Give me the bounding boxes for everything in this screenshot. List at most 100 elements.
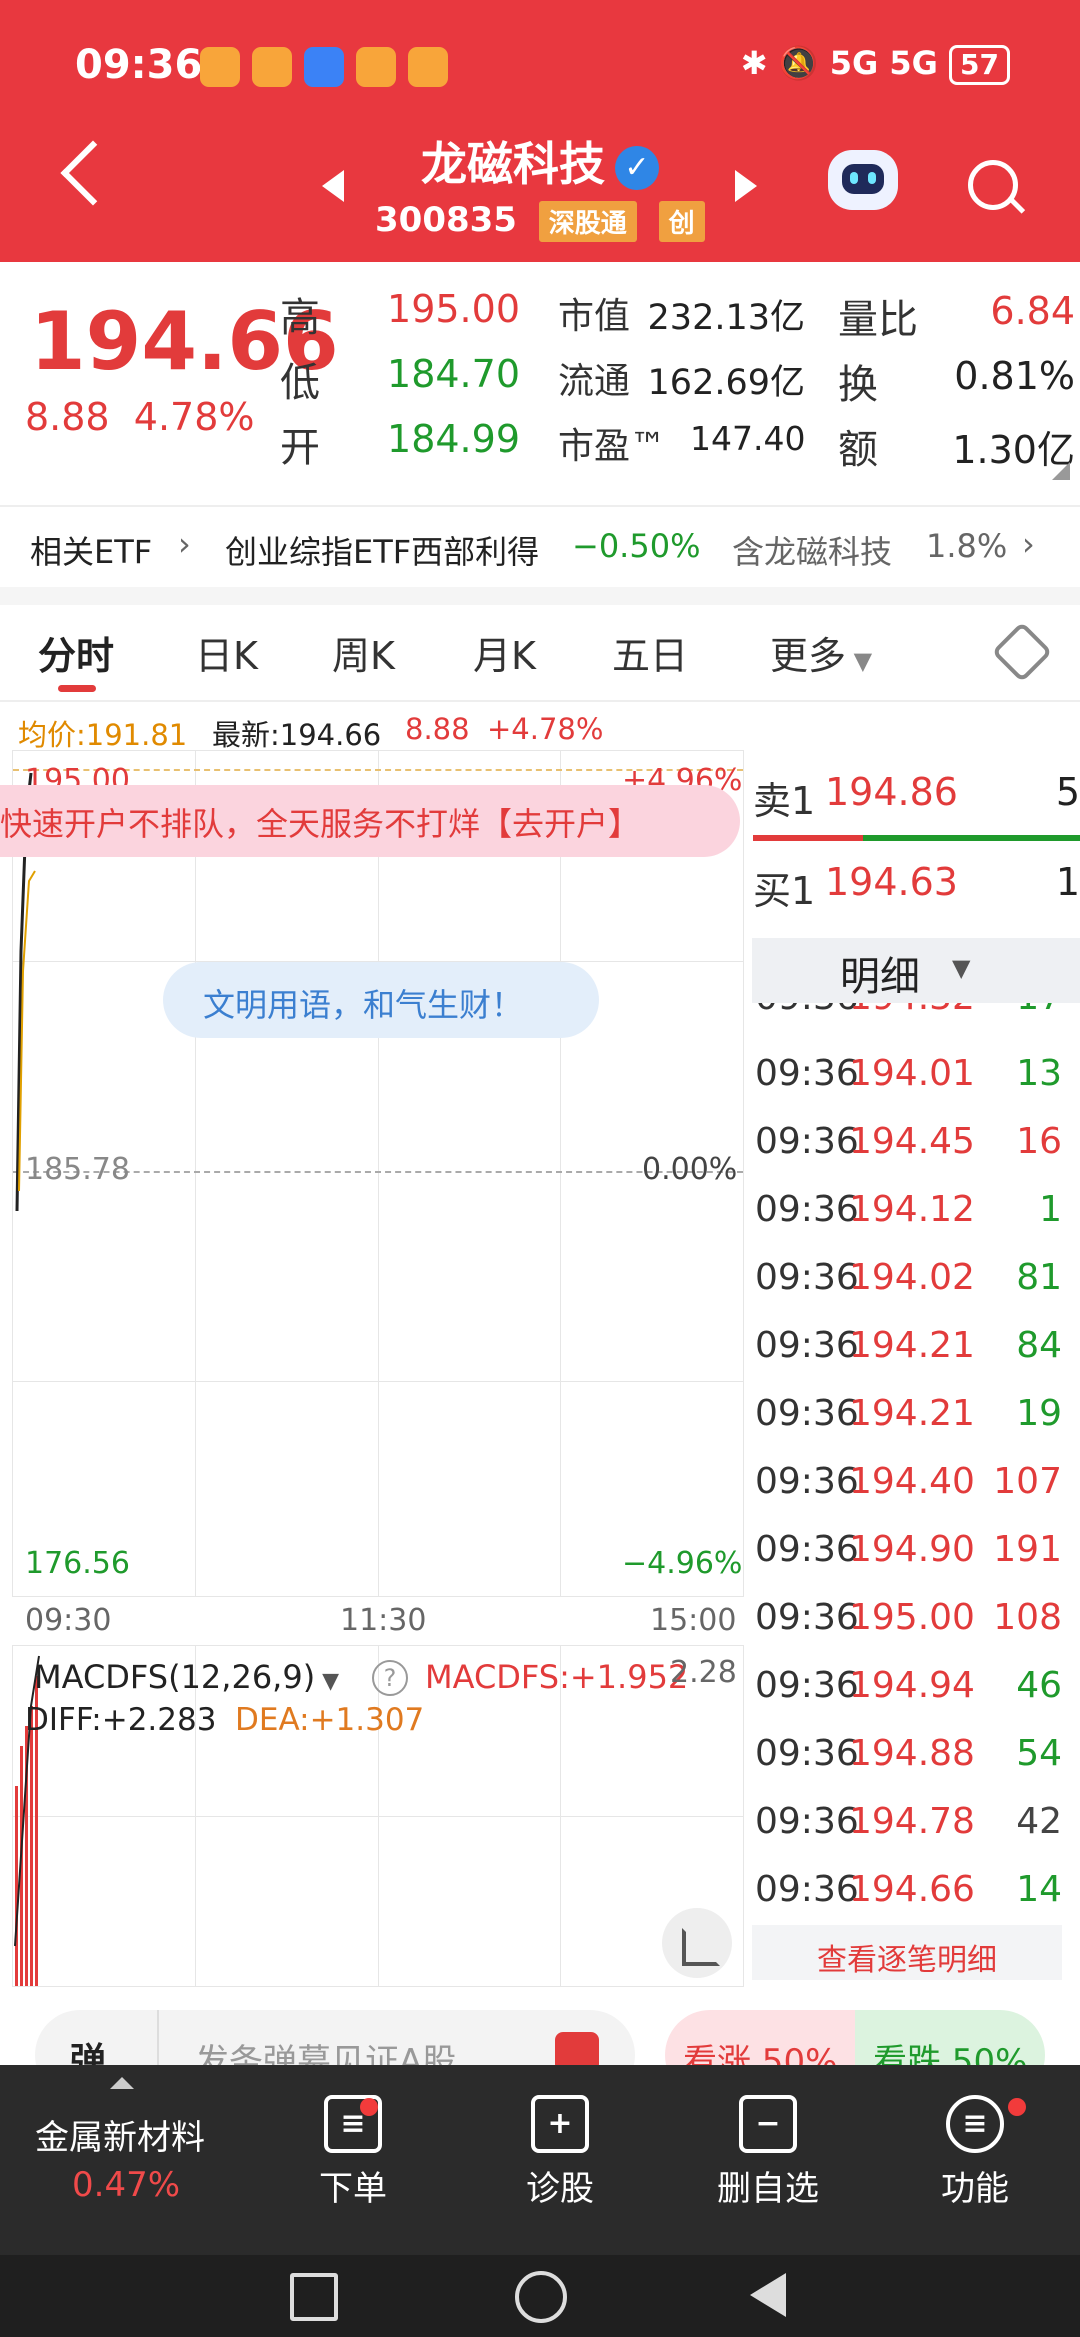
- trade-time: 09:36: [755, 1053, 859, 1094]
- trade-detail-list: 09:36 194.01 13 09:36 194.45 16 09:36 194.12 1 09…: [752, 1045, 1080, 1929]
- trade-time: 09:36: [755, 1597, 859, 1638]
- trade-row: 09:36 194.02 81: [752, 1249, 1080, 1317]
- change-pct: 4.78%: [133, 395, 255, 439]
- tab-daily-k[interactable]: 日K: [195, 625, 258, 680]
- remove-icon: −: [739, 2095, 797, 2153]
- danmaku-text: 文明用语，和气生财！: [203, 986, 524, 1024]
- tab-five-day[interactable]: 五日: [612, 625, 688, 680]
- high-value: 195.00: [387, 287, 520, 331]
- trade-volume: 81: [1016, 1257, 1062, 1298]
- tab-intraday[interactable]: 分时: [38, 625, 114, 680]
- trade-price: 194.90: [849, 1529, 975, 1570]
- trade-volume: 191: [993, 1529, 1062, 1570]
- robot-assistant-icon[interactable]: [828, 150, 898, 210]
- trade-volume: 84: [1016, 1325, 1062, 1366]
- detail-label: 明细: [840, 954, 920, 1000]
- tab-monthly-k[interactable]: 月K: [473, 625, 536, 680]
- macd-selector[interactable]: MACDFS(12,26,9) ▼: [34, 1658, 339, 1696]
- trade-time: 09:36: [755, 1801, 859, 1842]
- related-etf-row[interactable]: 相关ETF › 创业综指ETF西部利得 −0.50% 含龙磁科技 1.8% ›: [0, 505, 1080, 605]
- trade-price: 194.12: [849, 1189, 975, 1230]
- macd-value: MACDFS:+1.952: [425, 1658, 689, 1696]
- remove-watchlist-button[interactable]: − 删自选: [698, 2095, 838, 2210]
- trade-price: 194.02: [849, 1257, 975, 1298]
- partial-price: 194.32: [849, 1003, 975, 1018]
- view-all-label: 查看逐笔明细: [817, 1943, 997, 1978]
- trade-row: 09:36 194.40 107: [752, 1453, 1080, 1521]
- low-label: 低: [280, 360, 320, 406]
- verified-icon: ✓: [615, 145, 659, 190]
- macd-chart[interactable]: [12, 1645, 744, 1987]
- mid-price-label: 185.78: [25, 1152, 130, 1187]
- etf-contains: 含龙磁科技: [732, 533, 893, 571]
- mcap-label: 市值: [558, 296, 631, 337]
- trade-time: 09:36: [755, 1257, 859, 1298]
- fullscreen-button[interactable]: [662, 1908, 732, 1978]
- turnover-value: 0.81%: [954, 354, 1075, 398]
- etf-name: 创业综指ETF西部利得: [225, 533, 540, 571]
- tab-more[interactable]: 更多 ▼: [770, 625, 872, 680]
- trade-row: 09:36 194.21 84: [752, 1317, 1080, 1385]
- trade-price: 194.66: [849, 1869, 975, 1910]
- trade-price: 194.45: [849, 1121, 975, 1162]
- trade-volume: 14: [1016, 1869, 1062, 1910]
- status-right: ✱ 🔕 5G 5G 57: [741, 44, 1010, 85]
- macd-name: MACDFS(12,26,9): [34, 1658, 316, 1696]
- trade-row: 09:36 194.78 42: [752, 1793, 1080, 1861]
- remove-label: 删自选: [717, 2169, 819, 2209]
- app-icon: [356, 47, 396, 87]
- detail-header[interactable]: 明细 ▼: [752, 938, 1080, 1003]
- buy1-vol: 1: [1055, 860, 1080, 904]
- dea-value: DEA:+1.307: [235, 1702, 425, 1738]
- etf-label: 相关ETF: [30, 533, 153, 571]
- home-icon[interactable]: [515, 2271, 567, 2323]
- amount-label: 额: [838, 427, 878, 473]
- trade-time: 09:36: [755, 1869, 859, 1910]
- bottom-price-label: 176.56: [25, 1546, 130, 1581]
- etf-pct: −0.50%: [572, 527, 701, 565]
- tab-weekly-k[interactable]: 周K: [332, 625, 395, 680]
- change-value: 8.88: [25, 395, 110, 439]
- diagnose-label: 诊股: [526, 2169, 594, 2209]
- volume-ratio-label: 量比: [838, 297, 918, 343]
- trade-row: 09:36 194.12 1: [752, 1181, 1080, 1249]
- float-value: 162.69亿: [647, 363, 805, 403]
- trade-time: 09:36: [755, 1733, 859, 1774]
- trade-time: 09:36: [755, 1189, 859, 1230]
- etf-weight: 1.8%: [926, 527, 1008, 565]
- function-label: 功能: [941, 2169, 1009, 2209]
- diagnose-button[interactable]: + 诊股: [490, 2095, 630, 2210]
- trade-price: 194.40: [849, 1461, 975, 1502]
- chevron-right-icon: ›: [178, 525, 191, 563]
- trade-time: 09:36: [755, 1529, 859, 1570]
- signal-icon: 5G 5G: [829, 44, 938, 82]
- chart-pct: +4.78%: [487, 712, 604, 746]
- settings-icon[interactable]: [991, 621, 1053, 683]
- price-change: 8.88 4.78%: [25, 395, 255, 439]
- diagnose-icon: +: [531, 2095, 589, 2153]
- order-button[interactable]: ≡ 下单: [283, 2095, 423, 2210]
- help-icon[interactable]: ?: [372, 1660, 408, 1696]
- trade-price: 194.21: [849, 1325, 975, 1366]
- open-label: 开: [280, 425, 320, 471]
- app-header: 09:36 ✱ 🔕 5G 5G 57 龙磁科技 ✓ 300835 深股通 创: [0, 0, 1080, 262]
- trade-row: 09:36 194.66 14: [752, 1861, 1080, 1929]
- back-icon[interactable]: [750, 2273, 786, 2317]
- expand-corner-icon[interactable]: [1052, 462, 1070, 480]
- tag-hk-connect: 深股通: [538, 201, 637, 242]
- view-all-trades[interactable]: 查看逐笔明细: [752, 1925, 1062, 1980]
- dropdown-icon: ▼: [952, 954, 971, 982]
- trade-volume: 54: [1016, 1733, 1062, 1774]
- trade-time: 09:36: [755, 1121, 859, 1162]
- trade-volume: 1: [1039, 1189, 1062, 1230]
- trade-row: 09:36 194.88 54: [752, 1725, 1080, 1793]
- trade-row: 09:36 194.01 13: [752, 1045, 1080, 1113]
- trade-price: 194.88: [849, 1733, 975, 1774]
- sector-name[interactable]: 金属新材料: [35, 2110, 205, 2159]
- trade-row: 09:36 195.00 108: [752, 1589, 1080, 1657]
- trade-price: 194.01: [849, 1053, 975, 1094]
- recent-apps-icon[interactable]: [290, 2273, 338, 2321]
- divider: [0, 700, 1080, 702]
- open-account-banner[interactable]: 快速开户不排队，全天服务不打烊【去开户】: [0, 785, 740, 857]
- time-start: 09:30: [25, 1603, 112, 1638]
